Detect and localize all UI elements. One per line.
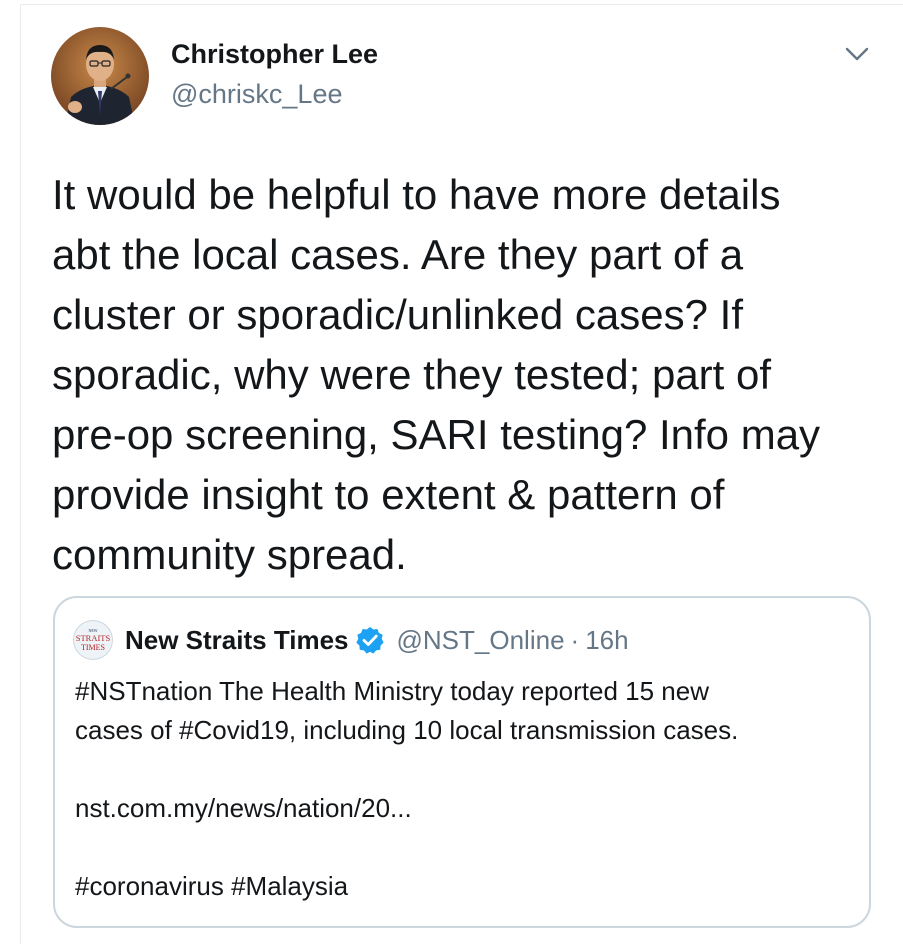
quoted-tweet-header: NEW STRAITS TIMES New Straits Times @NST… bbox=[73, 620, 629, 660]
verified-badge-icon bbox=[355, 625, 385, 655]
quoted-tweet-time[interactable]: 16h bbox=[585, 625, 628, 656]
quoted-link[interactable]: nst.com.my/news/nation/20... bbox=[75, 789, 865, 828]
quoted-hashtags[interactable]: #coronavirus #Malaysia bbox=[75, 867, 865, 906]
quoted-author-name: New Straits Times bbox=[125, 624, 349, 655]
header-separator: · bbox=[570, 624, 580, 655]
tweet-menu-button[interactable] bbox=[839, 39, 875, 69]
tweet-text: It would be helpful to have more details… bbox=[52, 171, 821, 578]
person-portrait-avatar bbox=[51, 27, 149, 125]
tweet-card[interactable]: Christopher Lee @chriskc_Lee It would be… bbox=[20, 4, 903, 944]
nst-logo-times: TIMES bbox=[81, 643, 105, 652]
quoted-tweet-body: #NSTnation The Health Ministry today rep… bbox=[75, 672, 865, 906]
author-name[interactable]: Christopher Lee bbox=[171, 39, 378, 70]
chevron-down-icon bbox=[845, 47, 869, 61]
nst-logo-icon: NEW STRAITS TIMES bbox=[73, 620, 113, 660]
quoted-author-handle: @NST_Online bbox=[396, 624, 565, 655]
quoted-tweet-card[interactable]: NEW STRAITS TIMES New Straits Times @NST… bbox=[53, 596, 871, 928]
nst-logo-straits: STRAITS bbox=[76, 633, 111, 643]
author-avatar[interactable] bbox=[51, 27, 149, 125]
author-handle[interactable]: @chriskc_Lee bbox=[171, 79, 342, 110]
quoted-text-line: cases of #Covid19, including 10 local tr… bbox=[75, 715, 739, 745]
quoted-text-line: #NSTnation The Health Ministry today rep… bbox=[75, 676, 709, 706]
